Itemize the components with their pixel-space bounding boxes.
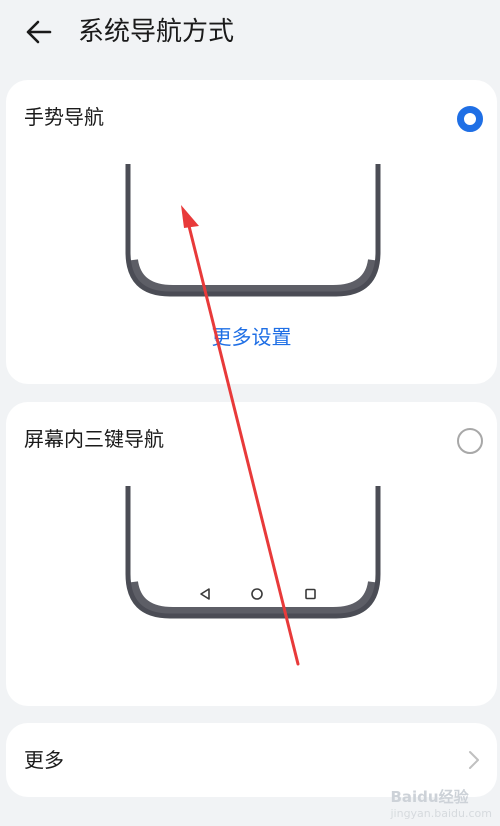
gesture-phone-illustration bbox=[125, 164, 381, 297]
baidu-watermark: Baidu经验 jingyan.baidu.com bbox=[390, 786, 492, 820]
more-label: 更多 bbox=[24, 748, 64, 772]
chevron-right-icon bbox=[469, 751, 479, 769]
more-settings-link[interactable]: 更多设置 bbox=[6, 322, 497, 352]
watermark-sub: jingyan.baidu.com bbox=[390, 807, 492, 820]
three-key-phone-illustration bbox=[125, 486, 381, 619]
three-key-navigation-radio[interactable] bbox=[457, 428, 483, 454]
gesture-navigation-radio[interactable] bbox=[457, 106, 483, 132]
three-key-navigation-label: 屏幕内三键导航 bbox=[24, 427, 164, 451]
page-title: 系统导航方式 bbox=[78, 17, 235, 47]
three-key-navigation-card[interactable]: 屏幕内三键导航 bbox=[6, 402, 497, 706]
recents-square-icon bbox=[305, 588, 316, 600]
watermark-brand: Baidu经验 bbox=[390, 788, 469, 806]
home-circle-icon bbox=[251, 588, 263, 600]
app-header: 系统导航方式 bbox=[0, 0, 500, 64]
gesture-navigation-label: 手势导航 bbox=[24, 105, 104, 129]
back-arrow-icon[interactable] bbox=[20, 14, 60, 50]
gesture-navigation-card[interactable]: 手势导航 更多设置 bbox=[6, 80, 497, 384]
back-triangle-icon bbox=[200, 588, 210, 600]
